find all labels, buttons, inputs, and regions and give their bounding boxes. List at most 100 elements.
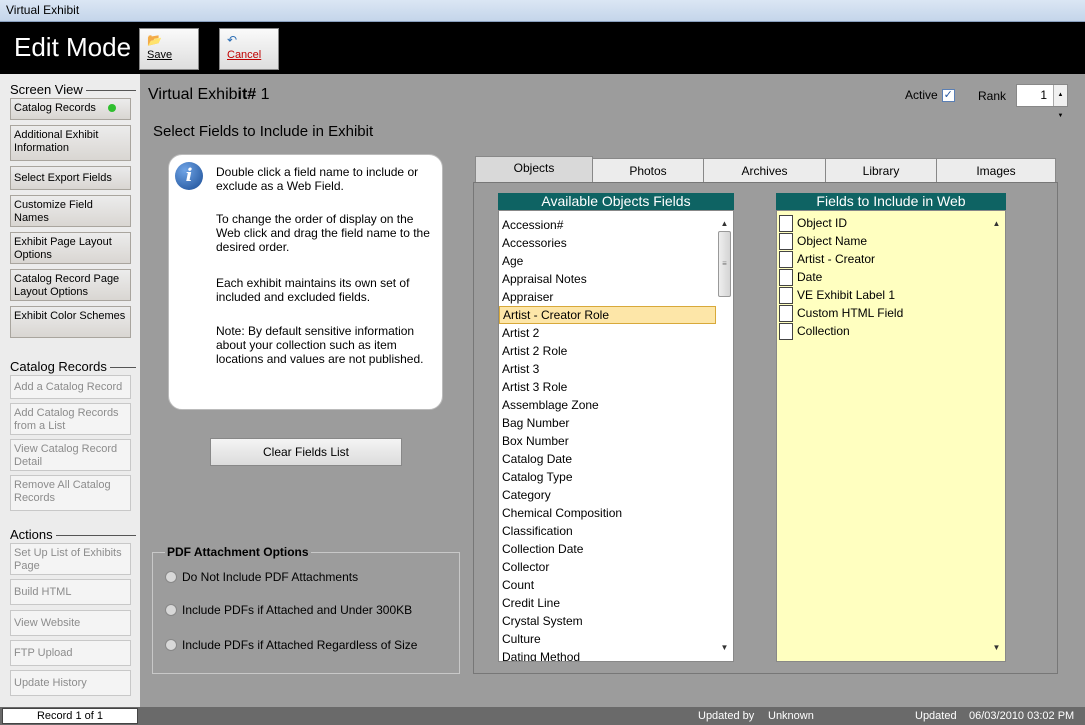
web-fields-scrollbar[interactable]: ▲ ▼	[988, 211, 1005, 661]
save-button[interactable]: 📂 Save	[139, 28, 199, 70]
available-field-item[interactable]: Category	[499, 486, 716, 504]
web-field-item[interactable]: Object ID	[777, 214, 989, 232]
view-catalog-record-detail-button[interactable]: View Catalog Record Detail	[10, 439, 131, 471]
sidebar-item-exhibit-page-layout[interactable]: Exhibit Page Layout Options	[10, 232, 131, 264]
row-selector-icon[interactable]	[779, 214, 793, 232]
ftp-upload-button[interactable]: FTP Upload	[10, 640, 131, 666]
available-field-item[interactable]: Accessories	[499, 234, 716, 252]
available-field-item[interactable]: Count	[499, 576, 716, 594]
web-field-label: Artist - Creator	[797, 252, 876, 266]
cancel-label: Cancel	[227, 49, 262, 61]
tab-photos[interactable]: Photos	[592, 158, 704, 183]
pdf-option-none[interactable]: Do Not Include PDF Attachments	[165, 570, 358, 584]
record-counter: Record 1 of 1	[2, 708, 138, 724]
active-toggle[interactable]: Active ✓	[905, 88, 955, 102]
available-field-item[interactable]: Credit Line	[499, 594, 716, 612]
available-field-item[interactable]: Box Number	[499, 432, 716, 450]
available-field-item[interactable]: Age	[499, 252, 716, 270]
clear-fields-list-button[interactable]: Clear Fields List	[210, 438, 402, 466]
window-title: Virtual Exhibit	[6, 3, 80, 17]
row-selector-icon[interactable]	[779, 250, 793, 268]
main-panel: Virtual Exhibit# 1 Select Fields to Incl…	[140, 74, 1085, 707]
screen-view-heading: Screen View	[10, 82, 136, 97]
available-field-item[interactable]: Artist 3	[499, 360, 716, 378]
available-field-item[interactable]: Artist - Creator Role	[499, 306, 716, 324]
available-field-item[interactable]: Collector	[499, 558, 716, 576]
scroll-up-icon[interactable]: ▲	[988, 217, 1005, 231]
rank-spin-icon[interactable]: ▲ ▼	[1053, 85, 1067, 119]
available-field-item[interactable]: Appraiser	[499, 288, 716, 306]
available-field-item[interactable]: Culture	[499, 630, 716, 648]
radio-icon[interactable]	[165, 639, 177, 651]
available-field-item[interactable]: Assemblage Zone	[499, 396, 716, 414]
sidebar-item-exhibit-color-schemes[interactable]: Exhibit Color Schemes	[10, 306, 131, 338]
tab-images[interactable]: Images	[936, 158, 1056, 183]
build-html-button[interactable]: Build HTML	[10, 579, 131, 605]
sidebar-item-additional-info[interactable]: Additional Exhibit Information	[10, 125, 131, 161]
info-text-2: To change the order of display on the We…	[216, 212, 430, 254]
tab-objects[interactable]: Objects	[475, 156, 593, 183]
active-checkbox[interactable]: ✓	[941, 88, 955, 102]
pdf-options-group: PDF Attachment Options Do Not Include PD…	[152, 545, 460, 674]
set-up-exhibits-page-button[interactable]: Set Up List of Exhibits Page	[10, 543, 131, 575]
pdf-option-any-size[interactable]: Include PDFs if Attached Regardless of S…	[165, 638, 417, 652]
page-title: Virtual Exhibit# 1	[148, 86, 270, 103]
scroll-down-icon[interactable]: ▼	[988, 641, 1005, 655]
tab-archives[interactable]: Archives	[703, 158, 826, 183]
sidebar-item-select-export-fields[interactable]: Select Export Fields	[10, 166, 131, 190]
updated-date: 06/03/2010 03:02 PM	[969, 710, 1075, 722]
row-selector-icon[interactable]	[779, 304, 793, 322]
web-field-item[interactable]: Object Name	[777, 232, 989, 250]
rank-label: Rank	[978, 89, 1007, 103]
radio-icon[interactable]	[165, 571, 177, 583]
folder-save-icon: 📂	[147, 33, 162, 47]
row-selector-icon[interactable]	[779, 322, 793, 340]
web-fields-list[interactable]: Object ID Object Name Artist - Creator Date…	[776, 210, 1006, 662]
available-field-item[interactable]: Artist 2 Role	[499, 342, 716, 360]
available-field-item[interactable]: Accession#	[499, 216, 716, 234]
available-field-item[interactable]: Artist 3 Role	[499, 378, 716, 396]
available-field-item[interactable]: Artist 2	[499, 324, 716, 342]
info-icon: i	[175, 162, 203, 190]
available-field-item[interactable]: Catalog Type	[499, 468, 716, 486]
web-field-label: VE Exhibit Label 1	[797, 288, 896, 302]
sidebar-item-catalog-record-page-layout[interactable]: Catalog Record Page Layout Options	[10, 269, 131, 301]
sidebar-item-catalog-records[interactable]: Catalog Records	[10, 98, 131, 120]
scroll-down-icon[interactable]: ▼	[716, 641, 733, 655]
add-catalog-record-button[interactable]: Add a Catalog Record	[10, 375, 131, 399]
available-field-item[interactable]: Catalog Date	[499, 450, 716, 468]
row-selector-icon[interactable]	[779, 232, 793, 250]
catalog-records-heading: Catalog Records	[10, 359, 136, 374]
row-selector-icon[interactable]	[779, 286, 793, 304]
available-fields-list[interactable]: Accession# Accessories Age Appraisal Notes A…	[498, 210, 734, 662]
scroll-up-icon[interactable]: ▲	[716, 217, 733, 231]
available-field-item[interactable]: Collection Date	[499, 540, 716, 558]
available-field-item[interactable]: Bag Number	[499, 414, 716, 432]
mode-label: Edit Mode	[14, 32, 132, 62]
rank-stepper[interactable]: 1 ▲ ▼	[1016, 84, 1068, 119]
available-field-item[interactable]: Chemical Composition	[499, 504, 716, 522]
sidebar-item-customize-field-names[interactable]: Customize Field Names	[10, 195, 131, 227]
web-field-item[interactable]: VE Exhibit Label 1	[777, 286, 989, 304]
view-website-button[interactable]: View Website	[10, 610, 131, 636]
row-selector-icon[interactable]	[779, 268, 793, 286]
scroll-thumb[interactable]: ≡	[718, 231, 731, 297]
pdf-options-title: PDF Attachment Options	[165, 545, 311, 559]
available-field-item[interactable]: Dating Method	[499, 648, 716, 661]
remove-all-catalog-records-button[interactable]: Remove All Catalog Records	[10, 475, 131, 511]
web-field-item[interactable]: Date	[777, 268, 989, 286]
available-field-item[interactable]: Appraisal Notes	[499, 270, 716, 288]
available-fields-scrollbar[interactable]: ▲ ≡ ▼	[716, 211, 733, 661]
radio-icon[interactable]	[165, 604, 177, 616]
web-field-item[interactable]: Collection	[777, 322, 989, 340]
pdf-option-under-300kb[interactable]: Include PDFs if Attached and Under 300KB	[165, 603, 412, 617]
cancel-button[interactable]: ↶ Cancel	[219, 28, 279, 70]
web-field-item[interactable]: Custom HTML Field	[777, 304, 989, 322]
add-catalog-records-from-list-button[interactable]: Add Catalog Records from a List	[10, 403, 131, 435]
web-field-label: Custom HTML Field	[797, 306, 904, 320]
update-history-button[interactable]: Update History	[10, 670, 131, 696]
available-field-item[interactable]: Crystal System	[499, 612, 716, 630]
tab-library[interactable]: Library	[825, 158, 937, 183]
web-field-item[interactable]: Artist - Creator	[777, 250, 989, 268]
available-field-item[interactable]: Classification	[499, 522, 716, 540]
